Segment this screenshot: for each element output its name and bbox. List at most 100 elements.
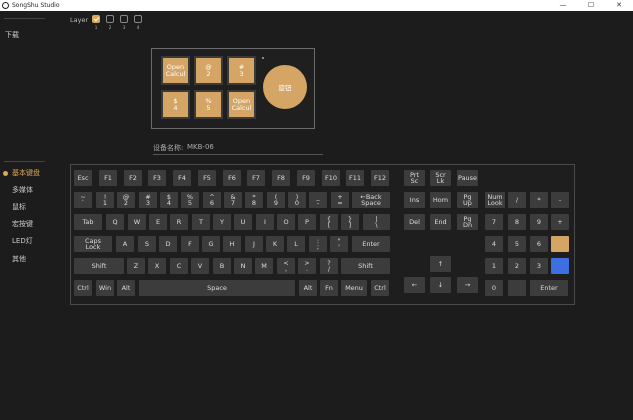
maximize-icon[interactable]: ☐ bbox=[577, 0, 605, 11]
sidebar-item-download[interactable]: 下载 bbox=[5, 30, 19, 40]
key-o[interactable]: O bbox=[277, 214, 295, 230]
key-menu[interactable]: Menu bbox=[341, 280, 367, 296]
key-f12[interactable]: F12 bbox=[371, 170, 389, 186]
key-num2[interactable]: 2 bbox=[508, 258, 526, 274]
device-key-2[interactable]: @ 2 bbox=[194, 56, 223, 85]
key-7[interactable]: & 7 bbox=[224, 192, 242, 208]
key-num-plus[interactable]: + bbox=[551, 214, 569, 230]
key-up[interactable]: ↑ bbox=[430, 256, 451, 272]
key-num-minus[interactable]: - bbox=[551, 192, 569, 208]
key-ins[interactable]: Ins bbox=[404, 192, 425, 208]
key-u[interactable]: U bbox=[234, 214, 252, 230]
key-slash[interactable]: ? / bbox=[320, 258, 338, 274]
key-lbracket[interactable]: { [ bbox=[320, 214, 338, 230]
key-pgup[interactable]: Pg Up bbox=[457, 192, 478, 208]
key-j[interactable]: J bbox=[245, 236, 263, 252]
sidebar-item-macro[interactable]: 宏按键 bbox=[12, 219, 33, 229]
key-s[interactable]: S bbox=[138, 236, 156, 252]
key-c[interactable]: C bbox=[170, 258, 188, 274]
key-pause[interactable]: Pause bbox=[457, 170, 478, 186]
key-f11[interactable]: F11 bbox=[346, 170, 364, 186]
key-ralt[interactable]: Alt bbox=[299, 280, 317, 296]
key-p[interactable]: P bbox=[298, 214, 316, 230]
key-num4[interactable]: 4 bbox=[485, 236, 503, 252]
key-h[interactable]: H bbox=[223, 236, 241, 252]
key-del[interactable]: Del bbox=[404, 214, 425, 230]
device-name-field[interactable]: MKB-06 bbox=[187, 143, 214, 151]
key-num0[interactable]: 0 bbox=[485, 280, 503, 296]
key-num1[interactable]: 1 bbox=[485, 258, 503, 274]
key-num3[interactable]: 3 bbox=[530, 258, 548, 274]
key-backspace[interactable]: ←Back Space bbox=[352, 192, 390, 208]
layer-checkbox-3[interactable] bbox=[120, 15, 128, 23]
key-4[interactable]: $ 4 bbox=[160, 192, 178, 208]
key-left[interactable]: ← bbox=[404, 277, 425, 293]
key-g[interactable]: G bbox=[202, 236, 220, 252]
key-num5[interactable]: 5 bbox=[508, 236, 526, 252]
key-f5[interactable]: F5 bbox=[198, 170, 216, 186]
key-f8[interactable]: F8 bbox=[272, 170, 290, 186]
sidebar-item-led[interactable]: LED灯 bbox=[12, 236, 33, 246]
device-key-5[interactable]: % 5 bbox=[194, 90, 223, 119]
sidebar-item-multimedia[interactable]: 多媒体 bbox=[12, 185, 33, 195]
key-minus[interactable]: _ - bbox=[309, 192, 327, 208]
key-semicolon[interactable]: : ; bbox=[309, 236, 327, 252]
key-m[interactable]: M bbox=[255, 258, 273, 274]
key-0[interactable]: ) 0 bbox=[288, 192, 306, 208]
key-space[interactable]: Space bbox=[139, 280, 295, 296]
key-period[interactable]: > . bbox=[298, 258, 316, 274]
key-d[interactable]: D bbox=[159, 236, 177, 252]
key-f7[interactable]: F7 bbox=[247, 170, 265, 186]
key-num-blank[interactable] bbox=[508, 280, 526, 296]
key-prtsc[interactable]: Prt Sc bbox=[404, 170, 425, 186]
key-num6[interactable]: 6 bbox=[530, 236, 548, 252]
key-backslash[interactable]: | \ bbox=[363, 214, 390, 230]
layer-checkbox-4[interactable] bbox=[134, 15, 142, 23]
key-e[interactable]: E bbox=[149, 214, 167, 230]
device-key-6[interactable]: Open Calcul bbox=[227, 90, 256, 119]
key-l[interactable]: L bbox=[287, 236, 305, 252]
key-num-enter[interactable]: Enter bbox=[530, 280, 568, 296]
key-grave[interactable]: ~ ` bbox=[74, 192, 92, 208]
layer-checkbox-1[interactable] bbox=[92, 15, 100, 23]
key-rshift[interactable]: Shift bbox=[341, 258, 390, 274]
key-equal[interactable]: + = bbox=[331, 192, 349, 208]
key-b[interactable]: B bbox=[213, 258, 231, 274]
key-z[interactable]: Z bbox=[127, 258, 145, 274]
key-pgdn[interactable]: Pg Dn bbox=[457, 214, 478, 230]
key-6[interactable]: ^ 6 bbox=[203, 192, 221, 208]
key-tab[interactable]: Tab bbox=[74, 214, 102, 230]
sidebar-item-other[interactable]: 其他 bbox=[12, 254, 26, 264]
key-lalt[interactable]: Alt bbox=[117, 280, 135, 296]
key-fn[interactable]: Fn bbox=[320, 280, 338, 296]
key-q[interactable]: Q bbox=[106, 214, 124, 230]
key-f4[interactable]: F4 bbox=[173, 170, 191, 186]
close-icon[interactable]: ✕ bbox=[605, 0, 633, 11]
key-esc[interactable]: Esc bbox=[74, 170, 92, 186]
key-1[interactable]: ! 1 bbox=[96, 192, 114, 208]
key-k[interactable]: K bbox=[266, 236, 284, 252]
key-lshift[interactable]: Shift bbox=[74, 258, 124, 274]
key-num-multiply[interactable]: * bbox=[530, 192, 548, 208]
key-num-divide[interactable]: / bbox=[508, 192, 526, 208]
key-9[interactable]: ( 9 bbox=[267, 192, 285, 208]
key-rctrl[interactable]: Ctrl bbox=[371, 280, 389, 296]
sidebar-item-basic-keyboard[interactable]: 基本键盘 bbox=[12, 168, 40, 178]
key-lctrl[interactable]: Ctrl bbox=[74, 280, 92, 296]
key-f6[interactable]: F6 bbox=[223, 170, 241, 186]
key-w[interactable]: W bbox=[128, 214, 146, 230]
device-key-3[interactable]: # 3 bbox=[227, 56, 256, 85]
key-v[interactable]: V bbox=[191, 258, 209, 274]
key-y[interactable]: Y bbox=[213, 214, 231, 230]
key-num8[interactable]: 8 bbox=[508, 214, 526, 230]
key-home[interactable]: Hom bbox=[430, 192, 451, 208]
key-f3[interactable]: F3 bbox=[148, 170, 166, 186]
key-quote[interactable]: " ' bbox=[330, 236, 348, 252]
device-key-4[interactable]: $ 4 bbox=[161, 90, 190, 119]
key-r[interactable]: R bbox=[170, 214, 188, 230]
key-down[interactable]: ↓ bbox=[430, 277, 451, 293]
key-f1[interactable]: F1 bbox=[99, 170, 117, 186]
key-win[interactable]: Win bbox=[96, 280, 114, 296]
device-key-1[interactable]: Open Calcul bbox=[161, 56, 190, 85]
key-comma[interactable]: < , bbox=[277, 258, 295, 274]
